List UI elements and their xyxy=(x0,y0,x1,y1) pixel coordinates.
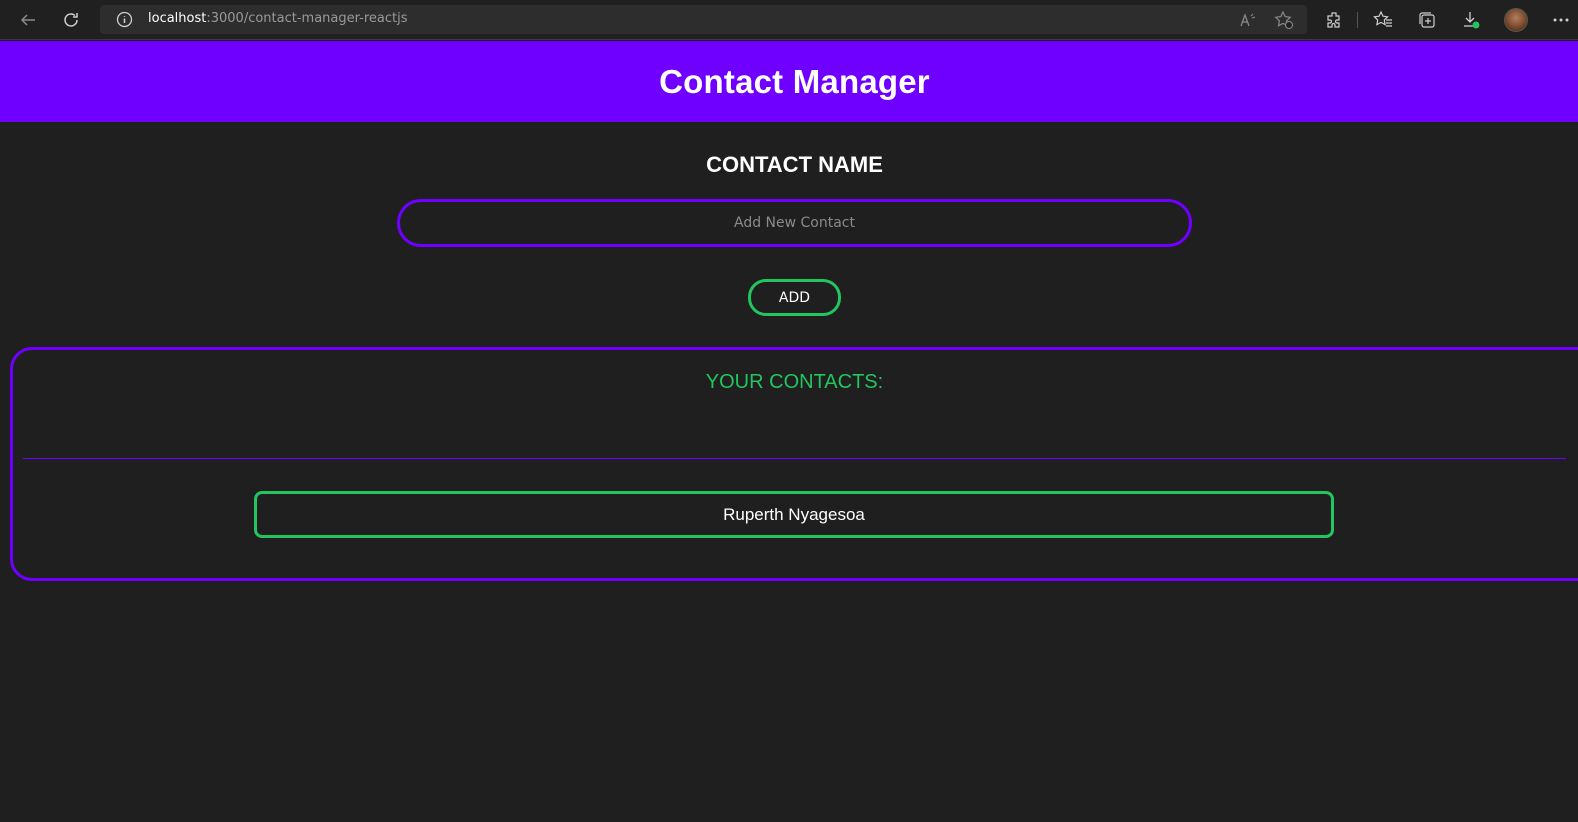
refresh-icon[interactable] xyxy=(59,8,83,32)
favorites-icon[interactable] xyxy=(1372,9,1394,31)
address-text[interactable]: localhost:3000/contact-manager-reactjs xyxy=(148,11,408,26)
collections-icon[interactable] xyxy=(1416,9,1438,31)
contacts-heading: YOUR CONTACTS: xyxy=(705,371,884,393)
address-bar[interactable]: localhost:3000/contact-manager-reactjs xyxy=(100,5,1307,34)
downloads-icon[interactable] xyxy=(1460,9,1482,31)
extensions-icon[interactable] xyxy=(1323,9,1345,31)
contact-name-input[interactable] xyxy=(397,199,1192,247)
info-icon[interactable] xyxy=(116,11,133,28)
app-title: Contact Manager xyxy=(659,62,930,100)
profile-avatar[interactable] xyxy=(1504,8,1528,32)
app-header: Contact Manager xyxy=(0,41,1578,122)
url-path: :3000/contact-manager-reactjs xyxy=(206,11,408,26)
contact-name: Ruperth Nyagesoa xyxy=(723,504,865,524)
toolbar-divider xyxy=(1357,12,1358,28)
add-button[interactable]: ADD xyxy=(748,279,841,316)
back-icon[interactable] xyxy=(16,8,40,32)
add-favorite-icon[interactable] xyxy=(1273,9,1295,31)
contact-item[interactable]: Ruperth Nyagesoa xyxy=(254,491,1334,538)
url-host: localhost xyxy=(148,11,207,26)
contacts-divider xyxy=(23,458,1566,459)
contact-name-label: CONTACT NAME xyxy=(706,152,883,177)
more-options-icon[interactable] xyxy=(1550,9,1572,31)
browser-toolbar: localhost:3000/contact-manager-reactjs xyxy=(0,0,1578,40)
read-aloud-icon[interactable] xyxy=(1237,9,1259,31)
